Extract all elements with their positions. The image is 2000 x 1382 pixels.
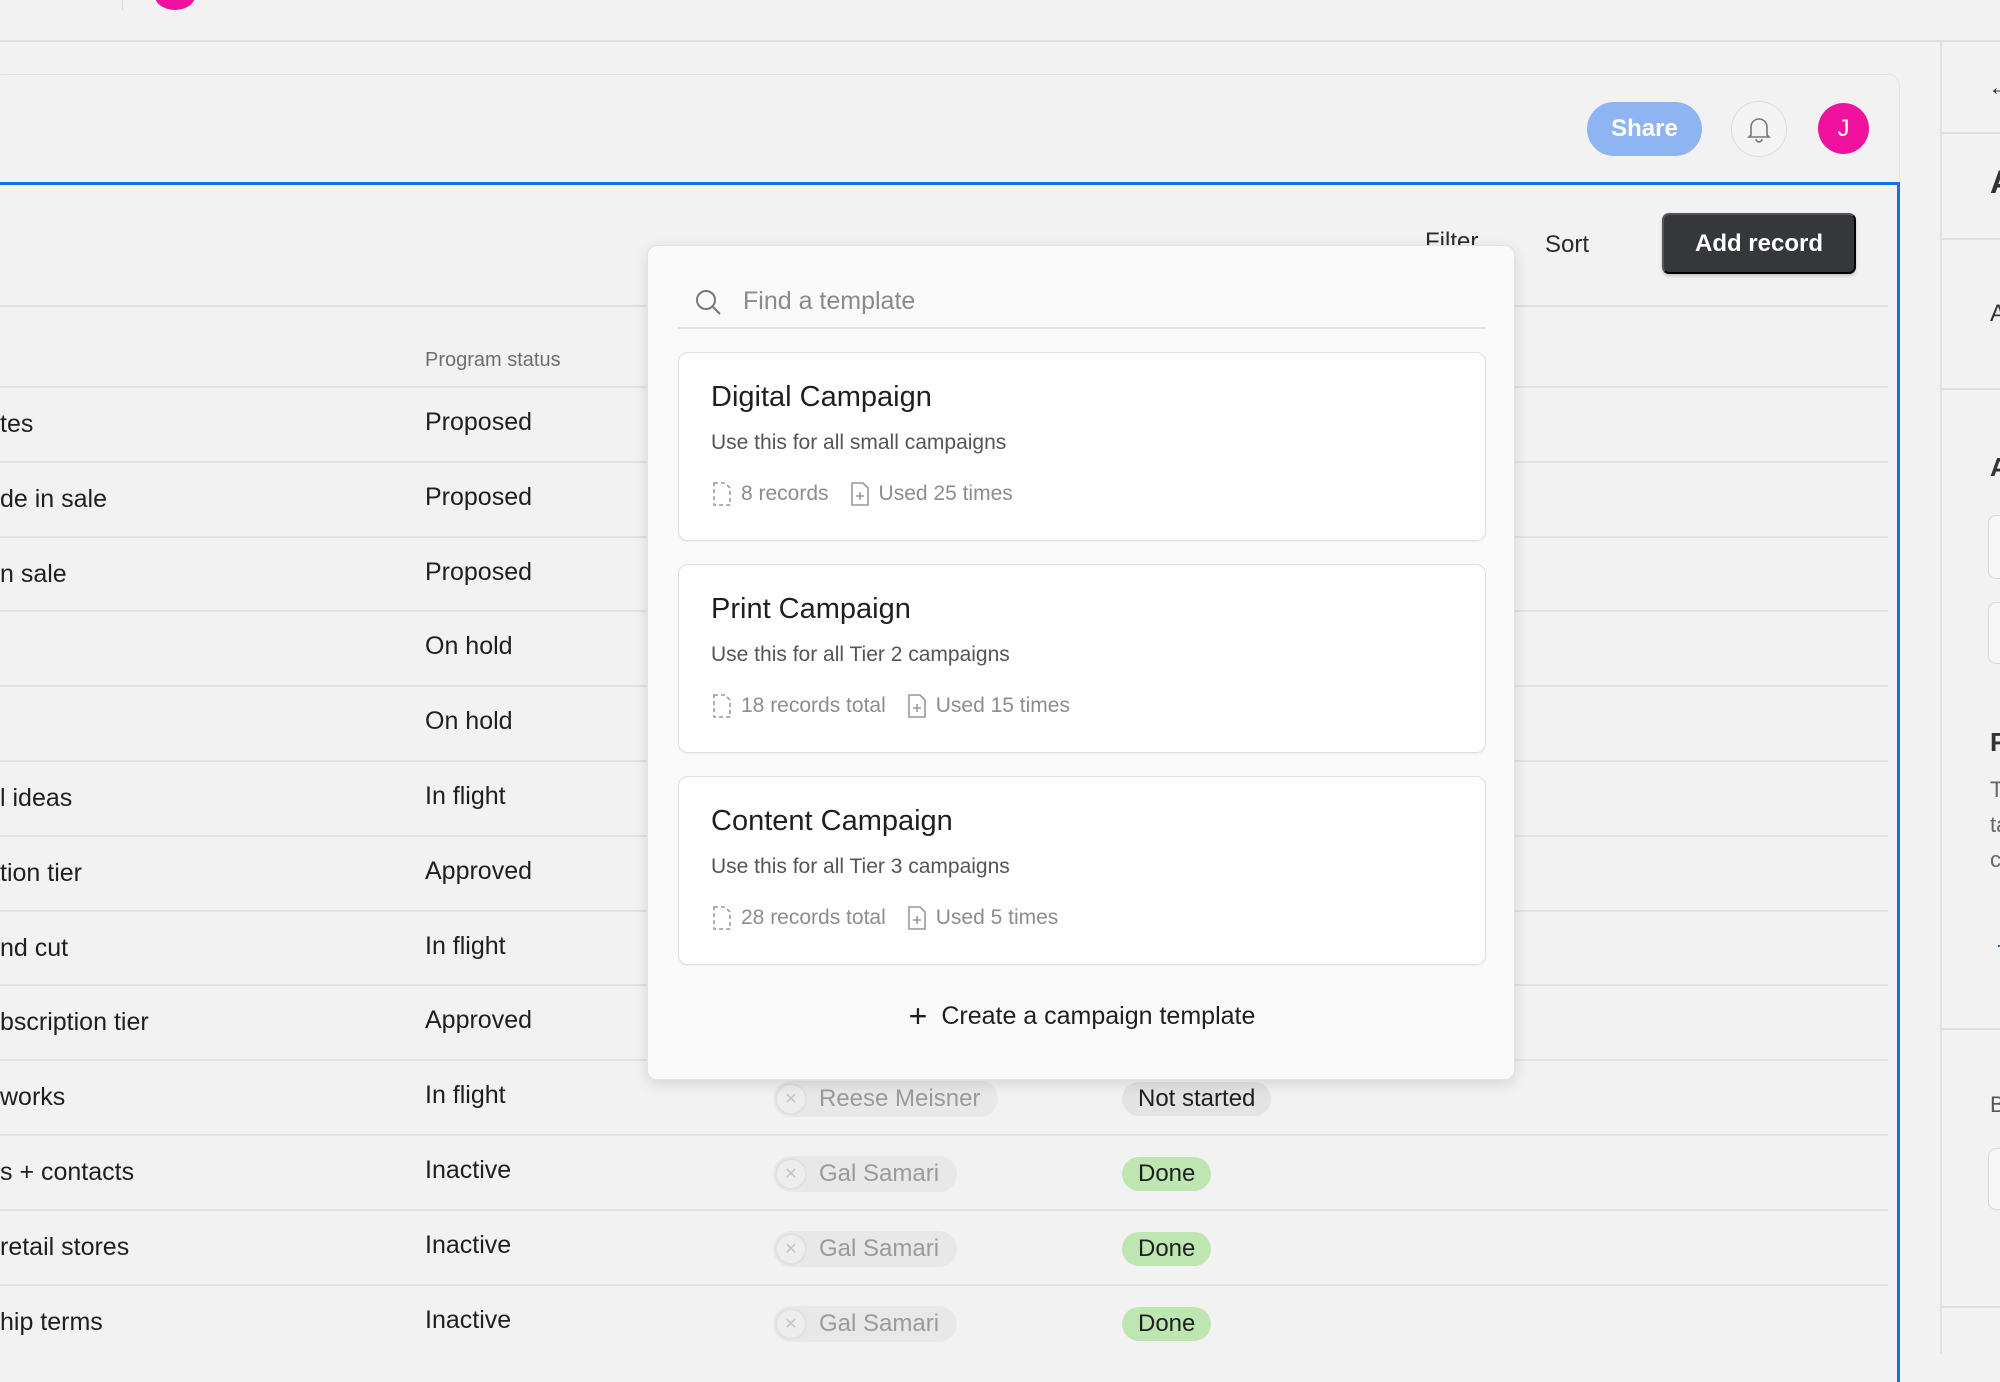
template-card[interactable]: Content Campaign Use this for all Tier 3… — [678, 776, 1486, 965]
notifications-button[interactable] — [1731, 101, 1787, 157]
task-status-badge[interactable]: Done — [1122, 1306, 1212, 1341]
sort-button[interactable]: Sort — [1545, 231, 1589, 259]
row-program-status: In flight — [425, 931, 506, 960]
row-program-status: Proposed — [425, 408, 533, 436]
divider — [1942, 1306, 2000, 1308]
template-title: Digital Campaign — [711, 381, 932, 413]
task-status-badge[interactable]: Done — [1122, 1157, 1212, 1191]
panel-input[interactable] — [1988, 602, 2000, 664]
row-name: tes — [0, 410, 34, 438]
row-program-status: Proposed — [425, 482, 533, 511]
table-row[interactable]: retail stores Inactive ✕ Gal Samari Done — [0, 1211, 1888, 1283]
share-button[interactable]: Share — [1587, 102, 1702, 156]
panel-input[interactable] — [1988, 515, 2000, 579]
search-icon — [696, 289, 721, 315]
assignee-name: Gal Samari — [819, 1160, 940, 1187]
divider — [1942, 238, 2000, 240]
remove-icon[interactable]: ✕ — [775, 1158, 807, 1190]
template-title: Print Campaign — [711, 593, 911, 625]
row-name: l ideas — [0, 784, 73, 812]
row-name: de in sale — [0, 484, 108, 513]
table-row[interactable]: hip terms Inactive ✕ Gal Samari Done — [0, 1286, 1888, 1358]
remove-icon[interactable]: ✕ — [775, 1232, 807, 1265]
document-plus-icon — [850, 482, 869, 506]
user-avatar[interactable]: J — [1818, 103, 1869, 154]
table-row[interactable]: s + contacts Inactive ✕ Gal Samari Done — [0, 1136, 1888, 1208]
panel-text: A — [1990, 300, 2000, 327]
row-program-status: On hold — [425, 632, 513, 661]
template-usage: Used 5 times — [935, 906, 1059, 929]
row-program-status: Inactive — [425, 1305, 512, 1334]
remove-icon[interactable]: ✕ — [775, 1307, 807, 1340]
records-icon — [713, 906, 731, 930]
document-plus-icon — [907, 906, 926, 930]
row-program-status: Inactive — [425, 1230, 512, 1259]
row-name: nd cut — [0, 933, 69, 962]
template-records: 18 records total — [741, 694, 886, 717]
records-icon — [713, 482, 731, 506]
template-records: 8 records — [741, 482, 829, 505]
row-name: works — [0, 1083, 66, 1112]
assignee-name: Reese Meisner — [819, 1085, 981, 1113]
task-status-badge[interactable]: Done — [1122, 1231, 1212, 1266]
row-program-status: Approved — [425, 1006, 533, 1035]
divider — [122, 0, 123, 10]
row-name: s + contacts — [0, 1158, 135, 1186]
assignee-name: Gal Samari — [819, 1309, 940, 1337]
template-search[interactable] — [678, 276, 1486, 329]
assignee-chip[interactable]: ✕ Reese Meisner — [773, 1081, 999, 1118]
template-card[interactable]: Digital Campaign Use this for all small … — [678, 352, 1486, 541]
row-program-status: Inactive — [425, 1156, 512, 1184]
row-program-status: Approved — [425, 856, 533, 885]
collapse-icon[interactable]: ← — [1988, 74, 2000, 102]
template-card[interactable]: Print Campaign Use this for all Tier 2 c… — [678, 564, 1486, 753]
template-picker-popover: Digital Campaign Use this for all small … — [647, 245, 1515, 1080]
template-description: Use this for all small campaigns — [711, 431, 1007, 454]
panel-text: T — [1990, 777, 2000, 802]
top-bar — [0, 0, 2000, 42]
row-program-status: Proposed — [425, 557, 533, 586]
document-plus-icon — [907, 694, 926, 718]
column-header-program-status[interactable]: Program status — [425, 349, 561, 372]
panel-text: c — [1990, 847, 2000, 872]
row-name: tion tier — [0, 858, 82, 887]
template-usage: Used 15 times — [935, 694, 1070, 717]
row-program-status: In flight — [425, 782, 506, 810]
template-description: Use this for all Tier 3 campaigns — [711, 855, 1010, 878]
bell-icon — [1747, 118, 1771, 143]
create-template-button[interactable]: + Create a campaign template — [648, 998, 1516, 1035]
row-name: hip terms — [0, 1307, 103, 1336]
plus-icon: + — [908, 998, 928, 1034]
panel-heading: R — [1990, 727, 2000, 757]
remove-icon[interactable]: ✕ — [775, 1083, 807, 1116]
divider — [1942, 1028, 2000, 1030]
create-template-label: Create a campaign template — [941, 1002, 1256, 1030]
template-search-input[interactable] — [743, 287, 1443, 316]
task-status-badge[interactable]: Not started — [1122, 1082, 1272, 1117]
panel-input[interactable] — [1988, 1148, 2000, 1210]
records-icon — [713, 694, 731, 718]
row-name: n sale — [0, 559, 67, 588]
panel-text: ta — [1990, 812, 2000, 837]
assignee-chip[interactable]: ✕ Gal Samari — [773, 1305, 958, 1342]
row-name: bscription tier — [0, 1008, 149, 1037]
row-program-status: In flight — [425, 1081, 506, 1110]
panel-text: B — [1990, 1092, 2000, 1117]
assignee-name: Gal Samari — [819, 1234, 940, 1262]
divider — [1942, 388, 2000, 390]
details-panel: ← A A A R T ta c B — [1940, 42, 2000, 1354]
divider — [1942, 132, 2000, 134]
template-records: 28 records total — [741, 906, 886, 929]
add-record-button[interactable]: Add record — [1662, 213, 1856, 274]
row-program-status: On hold — [425, 707, 513, 736]
template-title: Content Campaign — [711, 805, 953, 837]
row-name: retail stores — [0, 1232, 130, 1261]
template-description: Use this for all Tier 2 campaigns — [711, 643, 1010, 666]
template-usage: Used 25 times — [878, 482, 1013, 505]
panel-heading: A — [1990, 452, 2000, 482]
assignee-chip[interactable]: ✕ Gal Samari — [773, 1230, 958, 1267]
panel-title: A — [1990, 164, 2000, 201]
assignee-chip[interactable]: ✕ Gal Samari — [773, 1156, 958, 1192]
